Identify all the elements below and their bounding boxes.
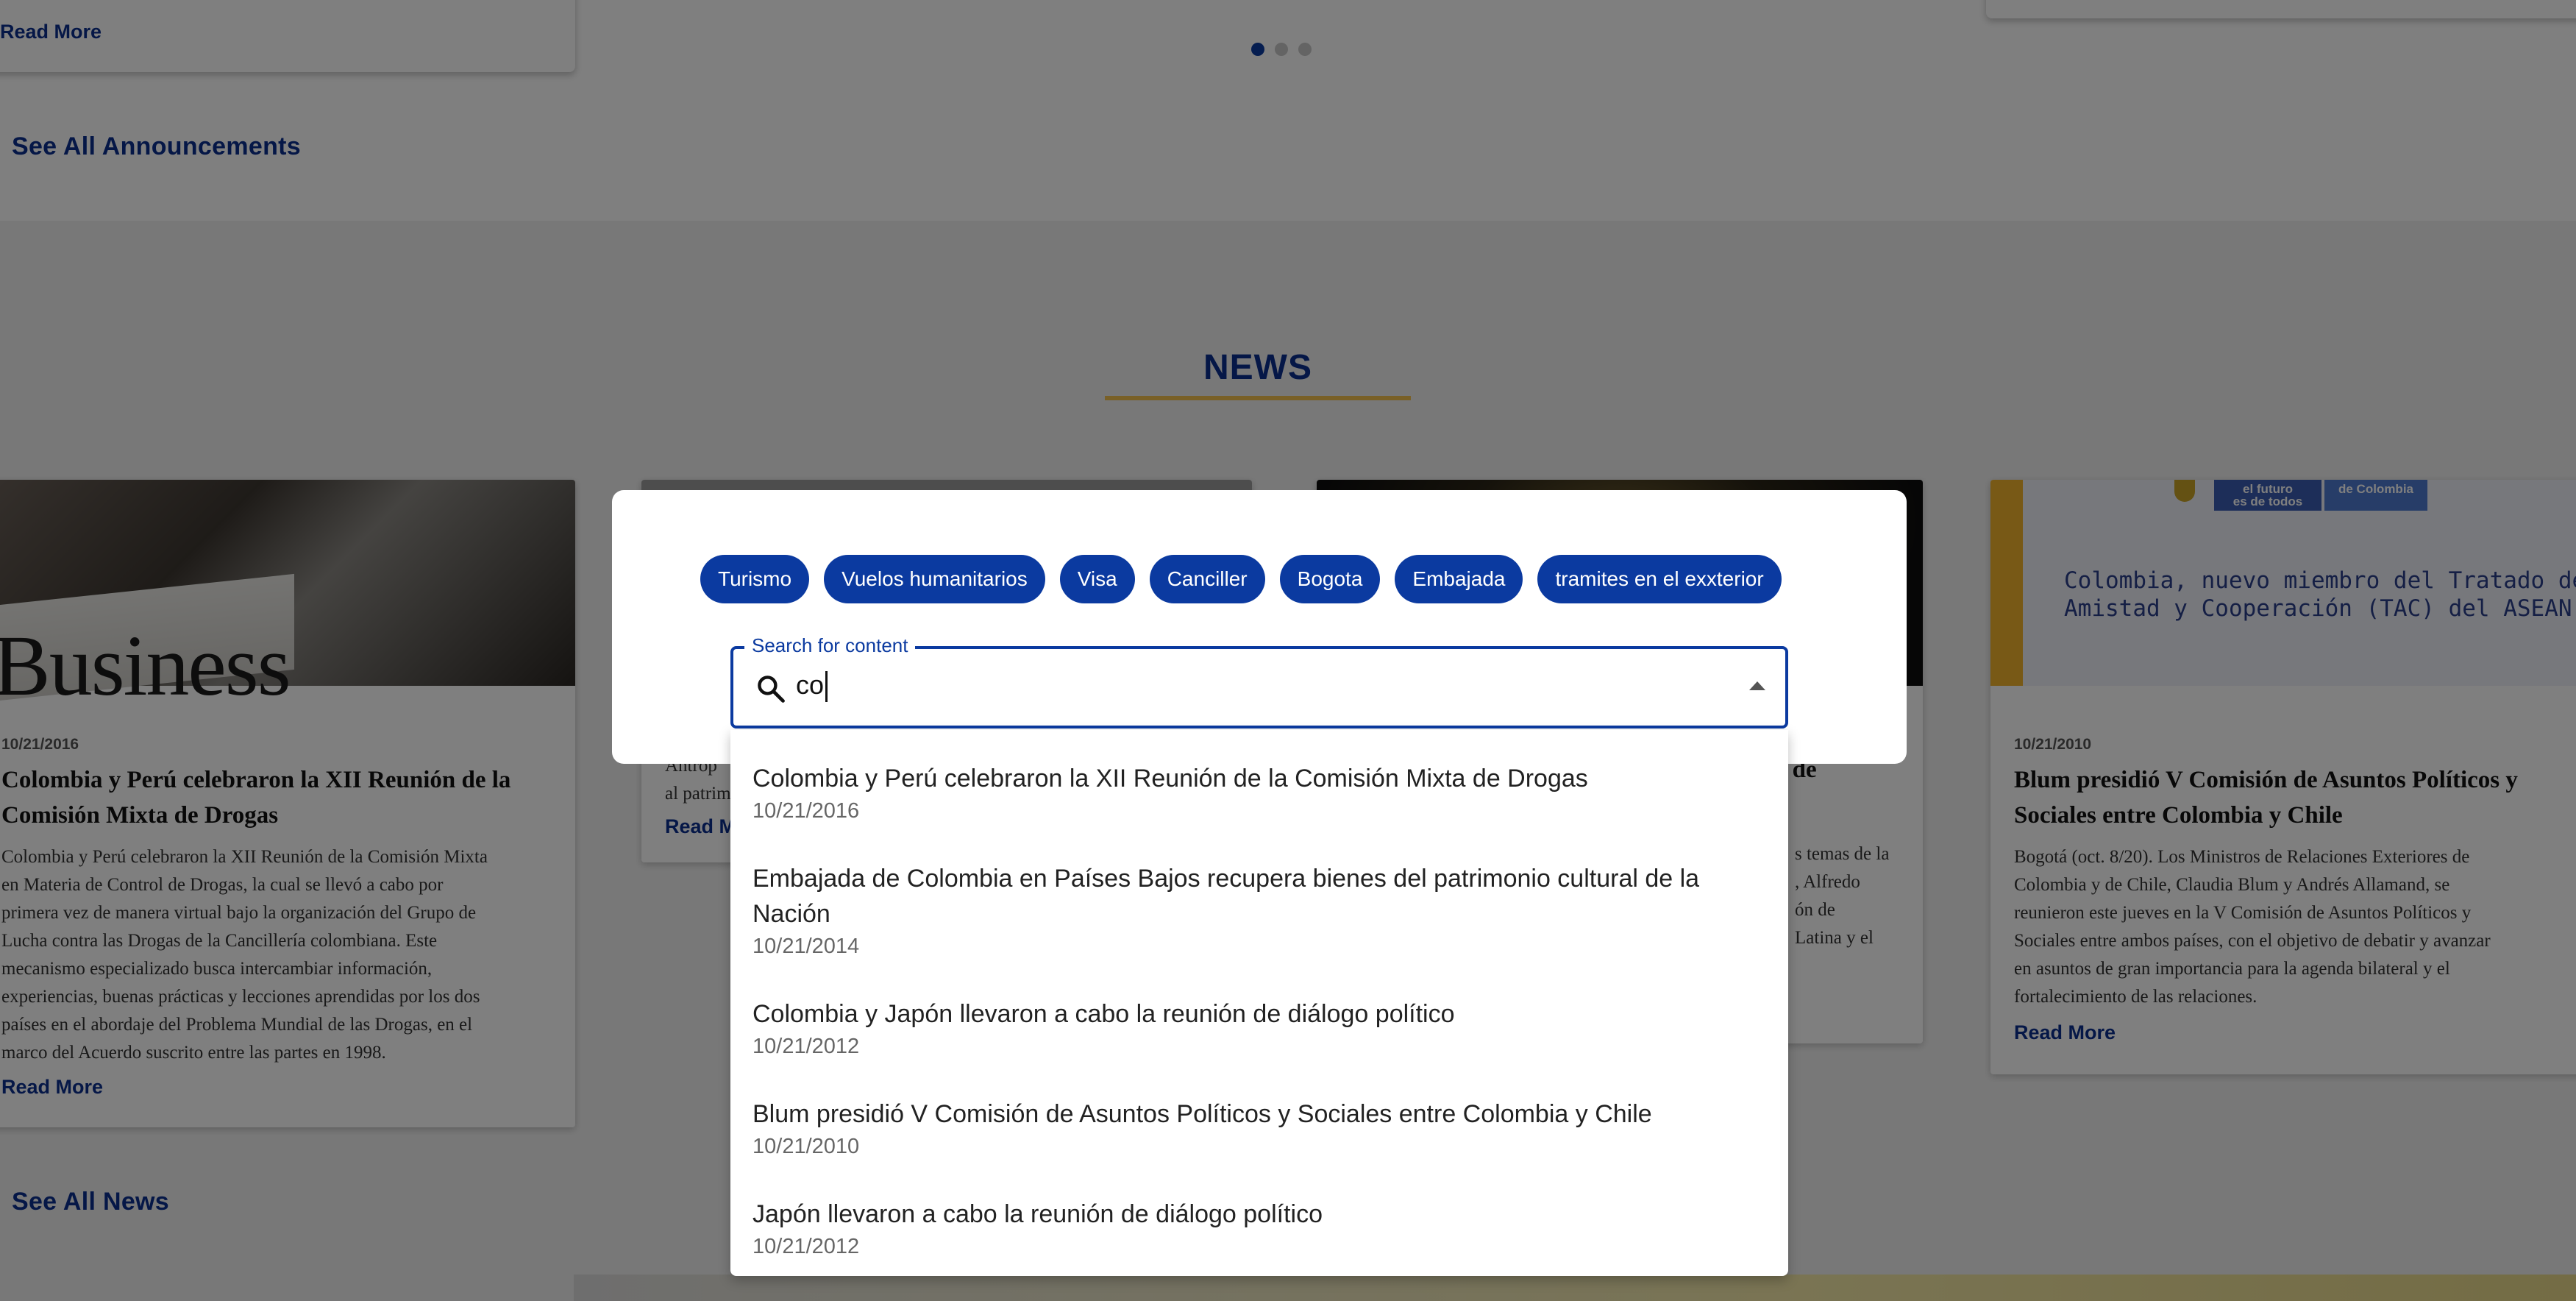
search-result-option[interactable]: Blum presidió V Comisión de Asuntos Polí… [752,1096,1768,1161]
result-date: 10/21/2012 [752,1035,860,1058]
search-input-label: Search for content [744,634,916,657]
result-date: 10/21/2016 [752,799,860,823]
collapse-arrow-icon[interactable] [1749,681,1765,690]
suggested-tags: Turismo Vuelos humanitarios Visa Cancill… [700,555,1782,603]
search-result-option[interactable]: Embajada de Colombia en Países Bajos rec… [752,861,1768,961]
search-input-value[interactable]: co [796,670,824,701]
tag-chip[interactable]: Canciller [1149,555,1265,603]
result-date: 10/21/2012 [752,1235,860,1258]
tag-chip[interactable]: Embajada [1395,555,1523,603]
search-result-option[interactable]: Colombia y Japón llevaron a cabo la reun… [752,996,1768,1061]
text-cursor [825,671,828,702]
tag-chip[interactable]: Visa [1059,555,1135,603]
tag-chip[interactable]: Turismo [700,555,810,603]
result-date: 10/21/2014 [752,935,860,958]
tag-chip[interactable]: Vuelos humanitarios [824,555,1045,603]
search-input[interactable] [730,646,1788,729]
search-icon [758,676,785,703]
result-title: Embajada de Colombia en Países Bajos rec… [752,865,1700,928]
result-date: 10/21/2010 [752,1135,860,1158]
tag-chip[interactable]: Bogota [1279,555,1381,603]
search-result-option[interactable]: Japón llevaron a cabo la reunión de diál… [752,1197,1768,1261]
result-title: Colombia y Japón llevaron a cabo la reun… [752,1000,1455,1028]
result-title: Blum presidió V Comisión de Asuntos Polí… [752,1100,1652,1128]
search-results-dropdown: Colombia y Perú celebraron la XII Reunió… [730,730,1788,1276]
tag-chip[interactable]: tramites en el exxterior [1537,555,1782,603]
result-title: Colombia y Perú celebraron la XII Reunió… [752,765,1588,793]
search-result-option[interactable]: Colombia y Perú celebraron la XII Reunió… [752,761,1768,826]
result-title: Japón llevaron a cabo la reunión de diál… [752,1200,1323,1228]
